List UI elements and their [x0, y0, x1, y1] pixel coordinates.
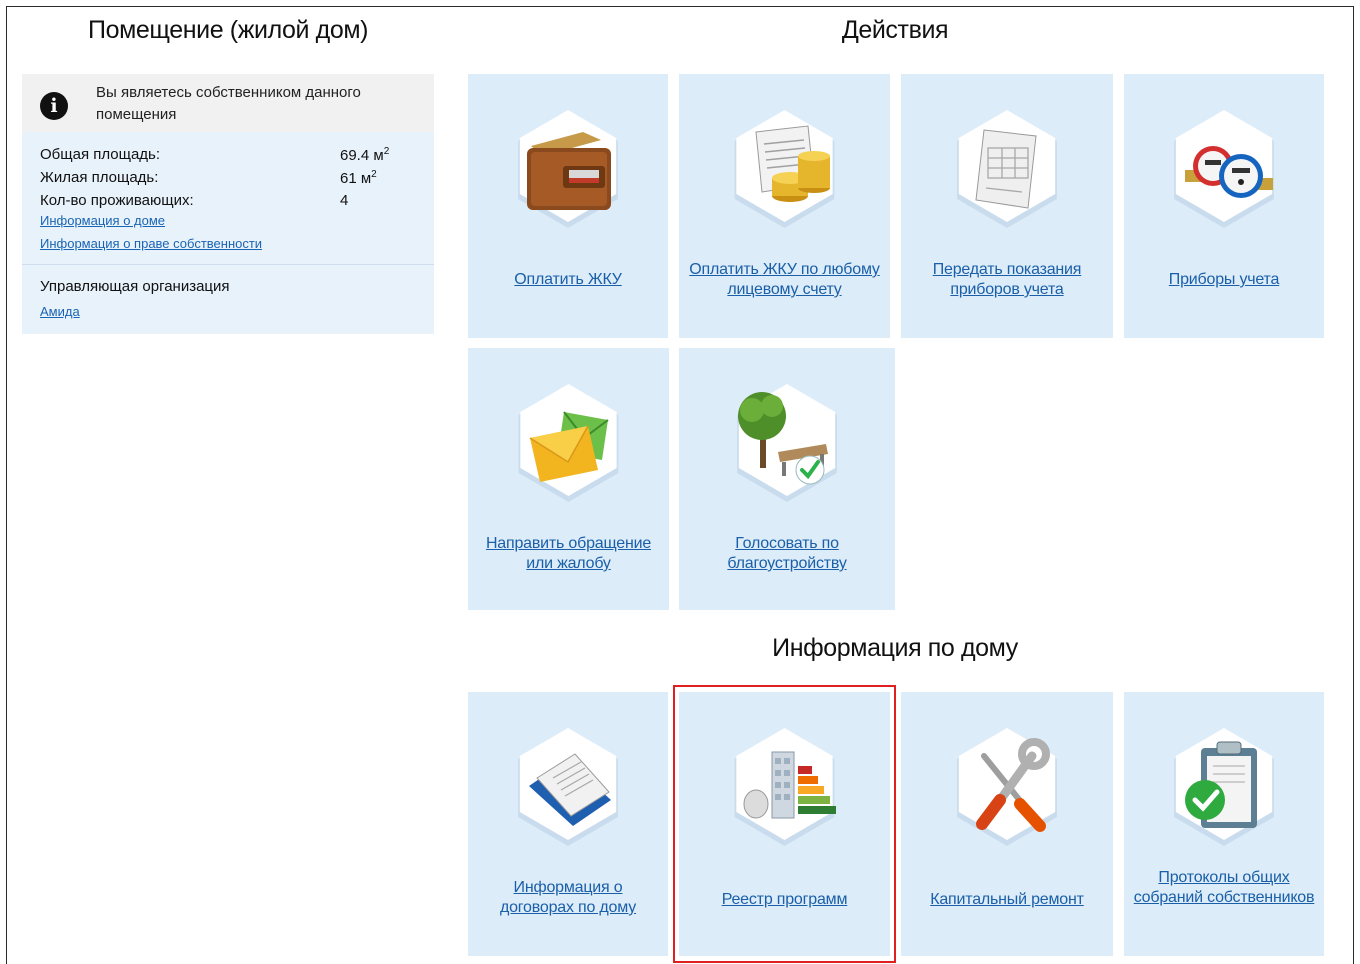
- contract-document-icon: [529, 753, 611, 826]
- tile-label[interactable]: Капитальный ремонт: [909, 890, 1105, 910]
- property-label: Общая площадь:: [40, 146, 161, 163]
- wallet-icon: [527, 132, 611, 210]
- divider: [22, 264, 434, 265]
- tile-pay-utilities[interactable]: Оплатить ЖКУ: [468, 74, 668, 338]
- wrench-screwdriver-icon: [976, 738, 1050, 832]
- tile-submit-meter-readings[interactable]: Передать показания приборов учета: [901, 74, 1113, 338]
- property-value: 61 м2: [340, 169, 377, 187]
- tile-house-contracts[interactable]: Информация о договорах по дому: [468, 692, 668, 956]
- tile-meters[interactable]: Приборы учета: [1124, 74, 1324, 338]
- tile-label[interactable]: Приборы учета: [1132, 270, 1316, 290]
- info-icon: i: [40, 92, 68, 120]
- tile-label[interactable]: Информация о договорах по дому: [476, 878, 660, 918]
- water-meter-icon: [1185, 146, 1273, 198]
- tile-label[interactable]: Оплатить ЖКУ по любому лицевому счету: [687, 260, 882, 300]
- tile-label[interactable]: Оплатить ЖКУ: [476, 270, 660, 290]
- owner-notice-text: Вы являетесь собственником данного помещ…: [96, 84, 361, 123]
- property-row-total-area: Общая площадь: 69.4 м2: [40, 144, 420, 167]
- property-label: Кол-во проживающих:: [40, 192, 194, 209]
- actions-title: Действия: [841, 16, 949, 44]
- management-org-link[interactable]: Амида: [40, 304, 80, 319]
- premises-properties: Общая площадь: 69.4 м2 Жилая площадь: 61…: [40, 144, 420, 259]
- ownership-info-link[interactable]: Информация о праве собственности: [40, 236, 420, 259]
- house-info-link[interactable]: Информация о доме: [40, 213, 420, 236]
- management-org-label: Управляющая организация: [40, 278, 230, 295]
- owner-notice: i Вы являетесь собственником данного пом…: [22, 74, 434, 132]
- property-value: 69.4 м2: [340, 146, 390, 164]
- property-value: 4: [340, 192, 349, 209]
- tile-owners-meeting-protocols[interactable]: Протоколы общих собраний собственников: [1124, 692, 1324, 956]
- tile-label[interactable]: Направить обращение или жалобу: [476, 534, 661, 574]
- tree-bench-vote-icon: [738, 392, 828, 485]
- property-row-living-area: Жилая площадь: 61 м2: [40, 167, 420, 190]
- tile-capital-repair[interactable]: Капитальный ремонт: [901, 692, 1113, 956]
- property-label: Жилая площадь:: [40, 169, 159, 186]
- premises-info-card: i Вы являетесь собственником данного пом…: [22, 74, 434, 334]
- tile-label[interactable]: Голосовать по благоустройству: [687, 534, 887, 574]
- house-info-title: Информация по дому: [772, 634, 1018, 662]
- tile-send-appeal[interactable]: Направить обращение или жалобу: [468, 348, 669, 610]
- selection-highlight: [673, 685, 896, 963]
- tile-pay-any-account[interactable]: Оплатить ЖКУ по любому лицевому счету: [679, 74, 890, 338]
- property-row-residents: Кол-во проживающих: 4: [40, 190, 420, 213]
- bill-coins-icon: [754, 125, 830, 202]
- tile-label[interactable]: Передать показания приборов учета: [909, 260, 1105, 300]
- meter-readings-form-icon: [975, 129, 1037, 209]
- tile-label[interactable]: Протоколы общих собраний собственников: [1132, 868, 1316, 908]
- premises-title: Помещение (жилой дом): [88, 16, 369, 44]
- tile-vote-improvement[interactable]: Голосовать по благоустройству: [679, 348, 895, 610]
- envelopes-icon: [529, 411, 609, 482]
- clipboard-check-icon: [1185, 741, 1257, 828]
